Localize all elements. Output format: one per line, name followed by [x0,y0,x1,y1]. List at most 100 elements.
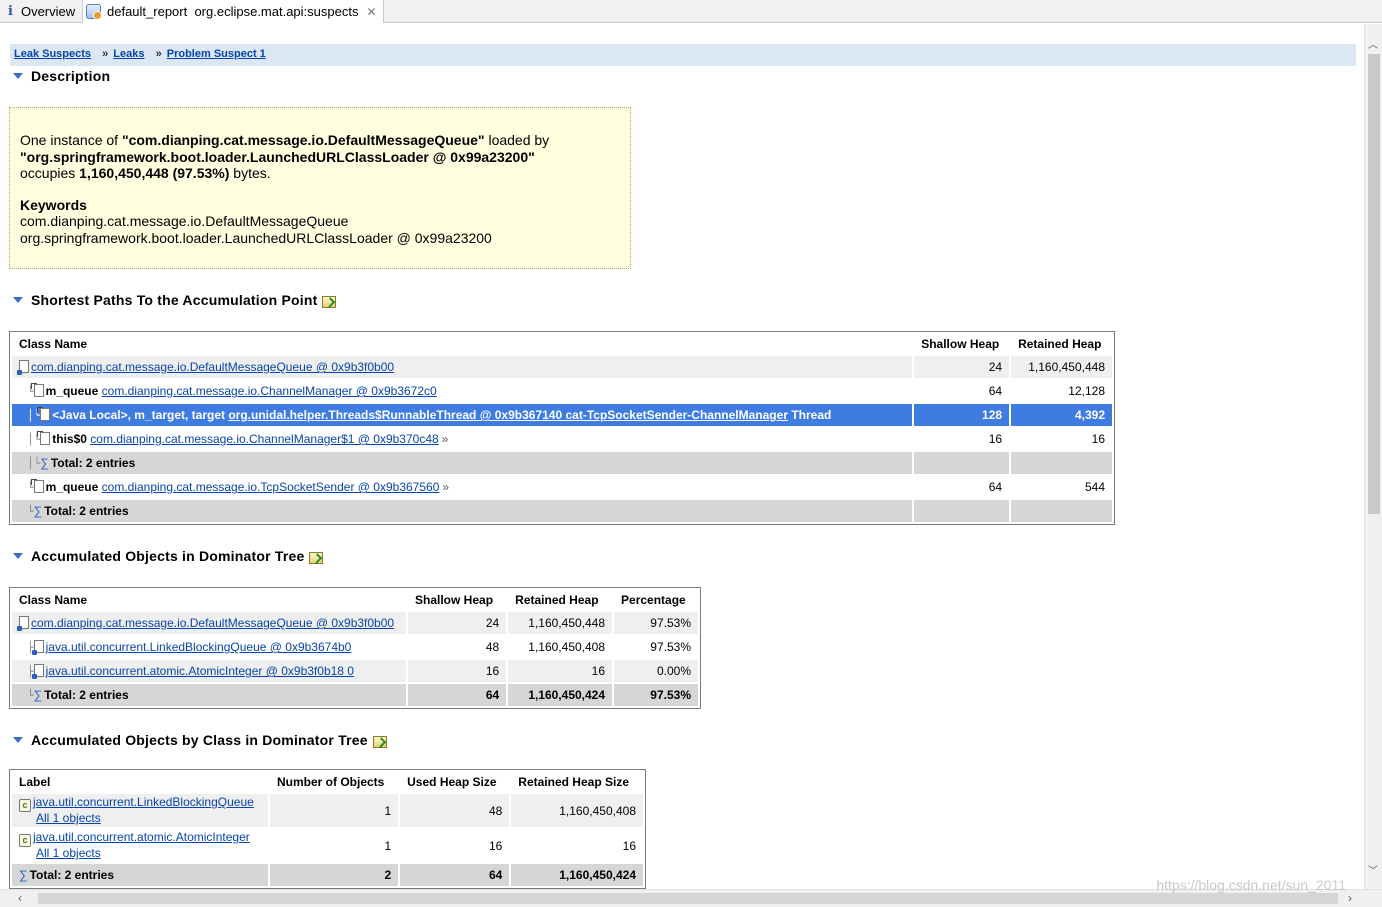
vertical-scrollbar[interactable]: ︿ ﹀ [1364,24,1382,889]
empty-cell [1011,500,1112,522]
shallow-heap-cell: 24 [408,612,507,634]
column-header[interactable]: Number of Objects [270,772,399,792]
class-link[interactable]: java.util.concurrent.LinkedBlockingQueue [33,795,254,809]
column-header[interactable]: Retained Heap [508,590,613,610]
table-row[interactable]: └ m_queue com.dianping.cat.message.io.Cha… [12,380,1112,402]
retained-heap-cell: 1,160,450,408 [508,636,613,658]
total-row: └∑ Total: 2 entries [12,500,1112,522]
empty-cell [914,452,1010,474]
object-link[interactable]: com.dianping.cat.message.io.DefaultMessa… [31,616,394,630]
object-link[interactable]: java.util.concurrent.LinkedBlockingQueue… [46,640,352,654]
retained-heap-cell: 1,160,450,408 [511,794,643,827]
table-row[interactable]: c java.util.concurrent.LinkedBlockingQueu… [12,794,643,827]
breadcrumb-separator: » [155,48,162,60]
total-label: Total: 2 entries [44,504,129,518]
used-heap-cell: 16 [400,829,510,862]
open-query-icon[interactable] [322,296,337,308]
reference-icon [30,383,44,397]
tab-overview[interactable]: i Overview [0,0,82,23]
editor-tab-bar: i Overview default_report org.eclipse.ma… [0,0,1382,23]
more-icon[interactable]: » [442,480,449,494]
keywords-title: Keywords [20,196,87,213]
column-header[interactable]: Retained Heap Size [511,772,643,792]
shortest-paths-section-toggle[interactable]: Shortest Paths To the Accumulation Point [12,292,337,308]
column-header[interactable]: Used Heap Size [400,772,510,792]
total-row: └∑ Total: 2 entries 64 1,160,450,424 97.5… [12,684,698,706]
object-link[interactable]: java.util.concurrent.atomic.AtomicIntege… [46,664,354,678]
table-row[interactable]: com.dianping.cat.message.io.DefaultMessa… [12,356,1112,378]
breadcrumb-problem-suspect[interactable]: Problem Suspect 1 [167,48,266,60]
shallow-heap-cell: 128 [914,404,1010,426]
total-shallow-cell: 64 [408,684,507,706]
object-link[interactable]: com.dianping.cat.message.io.ChannelManag… [90,432,438,446]
by-class-section-toggle[interactable]: Accumulated Objects by Class in Dominato… [12,732,387,748]
shallow-heap-cell: 48 [408,636,507,658]
collapse-triangle-icon [13,73,23,79]
table-row[interactable]: ├ java.util.concurrent.LinkedBlockingQueu… [12,636,698,658]
reference-icon [30,479,44,493]
tree-branch: └ [27,689,34,702]
by-class-heading: Accumulated Objects by Class in Dominato… [31,732,368,748]
table-row[interactable]: c java.util.concurrent.atomic.AtomicInteg… [12,829,643,862]
tab-default-report[interactable]: default_report org.eclipse.mat.api:suspe… [82,0,384,23]
object-link[interactable]: com.dianping.cat.message.io.TcpSocketSen… [102,480,440,494]
sum-icon: ∑ [19,868,28,882]
total-count-cell: 2 [270,864,399,886]
scrollbar-thumb[interactable] [38,893,1338,904]
total-row: │└∑ Total: 2 entries [12,452,1112,474]
desc-text: loaded by [484,132,550,148]
reference-icon [37,431,51,445]
object-link[interactable]: com.dianping.cat.message.io.ChannelManag… [102,384,437,398]
scroll-left-icon[interactable]: ‹ [18,891,22,905]
table-row[interactable]: com.dianping.cat.message.io.DefaultMessa… [12,612,698,634]
table-row[interactable]: ├ java.util.concurrent.atomic.AtomicInteg… [12,660,698,682]
total-retained-cell: 1,160,450,424 [508,684,613,706]
more-icon[interactable]: » [442,432,449,446]
sum-icon: ∑ [33,504,43,518]
all-objects-link[interactable]: All 1 objects [36,811,101,825]
retained-heap-cell: 16 [1011,428,1112,450]
column-header[interactable]: Shallow Heap [914,334,1010,354]
object-icon [31,664,44,679]
by-class-table: Label Number of Objects Used Heap Size R… [9,769,646,889]
retained-heap-cell: 544 [1011,476,1112,498]
object-suffix: Thread [787,408,832,422]
all-objects-link[interactable]: All 1 objects [36,846,101,860]
close-tab-icon[interactable]: ✕ [366,5,376,19]
description-heading: Description [31,68,111,84]
breadcrumb-leaks[interactable]: Leaks [113,48,144,60]
shallow-heap-cell: 24 [914,356,1010,378]
table-row[interactable]: └ m_queue com.dianping.cat.message.io.Tcp… [12,476,1112,498]
object-link[interactable]: com.dianping.cat.message.io.DefaultMessa… [31,360,394,374]
column-header[interactable]: Percentage [614,590,698,610]
info-icon: i [8,4,13,19]
shortest-paths-heading: Shortest Paths To the Accumulation Point [31,292,318,308]
dominator-section-toggle[interactable]: Accumulated Objects in Dominator Tree [12,548,324,564]
open-query-icon[interactable] [309,552,324,564]
breadcrumb-leak-suspects[interactable]: Leak Suspects [14,48,91,60]
keyword-item: com.dianping.cat.message.io.DefaultMessa… [20,213,349,229]
desc-retained-size: 1,160,450,448 (97.53%) [79,165,230,181]
column-header[interactable]: Class Name [12,334,913,354]
retained-heap-cell: 1,160,450,448 [508,612,613,634]
description-section-toggle[interactable]: Description [12,68,110,84]
object-link[interactable]: org.unidal.helper.Threads$RunnableThread… [228,408,788,422]
collapse-triangle-icon [13,737,23,743]
class-link[interactable]: java.util.concurrent.atomic.AtomicIntege… [33,830,250,844]
scrollbar-thumb[interactable] [1368,54,1380,514]
objects-count-cell: 1 [270,829,399,862]
scroll-up-icon[interactable]: ︿ [1368,36,1378,51]
table-row-selected[interactable]: │└ <Java Local>, m_target, target org.uni… [12,404,1112,426]
column-header[interactable]: Retained Heap [1011,334,1112,354]
column-header[interactable]: Label [12,772,268,792]
column-header[interactable]: Shallow Heap [408,590,507,610]
percentage-cell: 0.00% [614,660,698,682]
scroll-right-icon[interactable]: › [1348,891,1352,905]
scroll-down-icon[interactable]: ﹀ [1368,862,1378,877]
total-percentage-cell: 97.53% [614,684,698,706]
used-heap-cell: 48 [400,794,510,827]
column-header[interactable]: Class Name [12,590,406,610]
open-query-icon[interactable] [372,736,387,748]
table-row[interactable]: │└ this$0 com.dianping.cat.message.io.Cha… [12,428,1112,450]
desc-text: occupies [20,165,80,181]
